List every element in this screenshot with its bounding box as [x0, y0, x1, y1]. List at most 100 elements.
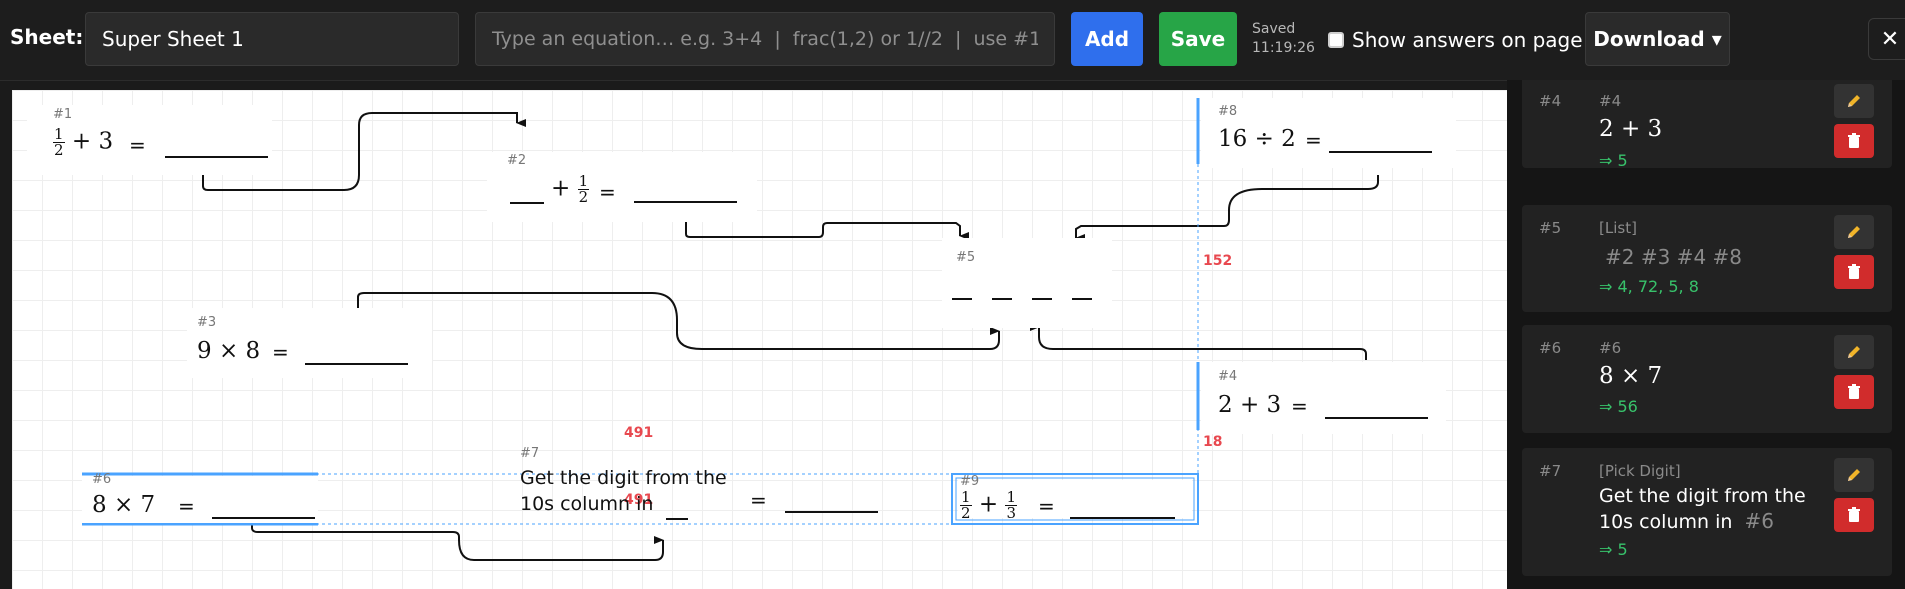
equation-card[interactable]: #6 8 × 7 = [82, 472, 318, 523]
card-id: #2 [507, 153, 527, 168]
trash-icon[interactable] [1834, 255, 1874, 289]
item-tag: #4 [1599, 92, 1622, 110]
card-expression: 9 × 8 [197, 338, 261, 364]
add-button[interactable]: Add [1071, 12, 1143, 66]
card-expression: 8 × 7 [92, 492, 156, 518]
pencil-icon[interactable] [1834, 335, 1874, 369]
connector-8-to-5 [1075, 175, 1379, 242]
card-id: #6 [92, 472, 112, 487]
card-id: #5 [956, 250, 976, 265]
item-reference: #6 [1744, 509, 1774, 533]
reference-blank [1032, 298, 1052, 300]
answer-blank[interactable] [165, 156, 268, 158]
top-toolbar: Sheet: Add Save Saved 11:19:26 Show answ… [0, 0, 1905, 81]
pencil-icon[interactable] [1834, 84, 1874, 118]
connector-6-to-7 [251, 522, 664, 561]
item-answer: ⇒ 5 [1599, 151, 1628, 170]
card-expression: + 12 [551, 172, 590, 206]
list-card[interactable]: #5 [942, 238, 1112, 328]
connector-3-to-5 [357, 292, 1000, 350]
guide-distance-label: 152 [1203, 253, 1233, 269]
card-id: #4 [1218, 369, 1238, 384]
fraction: 13 [1005, 488, 1017, 522]
save-button[interactable]: Save [1159, 12, 1237, 66]
item-tag: [Pick Digit] [1599, 462, 1681, 480]
list-item[interactable]: #4 #4 2 + 3 ⇒ 5 [1522, 80, 1892, 170]
card-expression: 2 + 3 [1218, 392, 1282, 418]
equation-list-panel[interactable]: #4 #4 2 + 3 ⇒ 5 #5 [List] #2 #3 #4 #8 ⇒ … [1507, 80, 1905, 589]
item-answer: ⇒ 56 [1599, 397, 1638, 416]
answer-blank[interactable] [1325, 417, 1428, 419]
expression-rest: + 3 [71, 128, 114, 155]
reference-blank [992, 298, 1012, 300]
equation-card-selected[interactable]: #9 12 + 13 = [958, 474, 1192, 522]
save-status: Saved 11:19:26 [1252, 20, 1315, 58]
fraction: 12 [53, 125, 65, 159]
show-answers-toggle[interactable]: Show answers on page [1328, 28, 1583, 52]
answer-blank[interactable] [634, 201, 737, 203]
card-question-line: Get the digit from the [520, 467, 727, 489]
connector-4-to-5 [1030, 323, 1367, 360]
pick-digit-card[interactable]: #7 Get the digit from the 10s column in … [517, 446, 897, 522]
card-expression: 12 + 3 [53, 127, 113, 158]
fraction: 12 [577, 172, 590, 206]
card-id: #1 [53, 107, 73, 122]
trash-icon[interactable] [1834, 375, 1874, 409]
list-item[interactable]: #6 #6 8 × 7 ⇒ 56 [1522, 325, 1892, 433]
trash-icon[interactable] [1834, 124, 1874, 158]
card-id: #9 [960, 474, 980, 489]
equals-sign: = [1305, 128, 1322, 152]
equals-sign: = [178, 494, 195, 518]
item-id: #5 [1539, 219, 1562, 237]
card-expression: 12 + 13 [960, 488, 1017, 522]
list-item[interactable]: #5 [List] #2 #3 #4 #8 ⇒ 4, 72, 5, 8 [1522, 205, 1892, 312]
item-tag: [List] [1599, 219, 1637, 237]
card-expression: 16 ÷ 2 [1218, 126, 1296, 152]
trash-icon[interactable] [1834, 498, 1874, 532]
worksheet-canvas[interactable]: 152 18 491 491 #1 12 + 3 = #2 + 12 = #3 … [12, 90, 1507, 589]
reference-blank [952, 298, 972, 300]
item-id: #6 [1539, 339, 1562, 357]
item-tag: #6 [1599, 339, 1622, 357]
item-expression: 8 × 7 [1599, 363, 1663, 389]
equation-card[interactable]: #4 2 + 3 = [1201, 362, 1446, 434]
save-status-time: 11:19:26 [1252, 40, 1315, 56]
equation-card[interactable]: #2 + 12 = [487, 152, 757, 222]
answer-blank[interactable] [1070, 517, 1175, 519]
item-expression: 2 + 3 [1599, 116, 1663, 142]
show-answers-checkbox[interactable] [1328, 32, 1344, 48]
answer-blank[interactable] [1329, 151, 1432, 153]
item-id: #7 [1539, 462, 1562, 480]
equals-sign: = [1291, 394, 1308, 418]
equals-sign: = [129, 133, 146, 157]
item-answer: ⇒ 4, 72, 5, 8 [1599, 277, 1699, 296]
show-answers-label: Show answers on page [1352, 28, 1583, 52]
equals-sign: = [599, 180, 616, 204]
pencil-icon[interactable] [1834, 215, 1874, 249]
sheet-label: Sheet: [10, 25, 84, 49]
equals-sign: = [272, 340, 289, 364]
pencil-icon[interactable] [1834, 458, 1874, 492]
equation-card[interactable]: #8 16 ÷ 2 = [1201, 98, 1456, 168]
equation-card[interactable]: #1 12 + 3 = [27, 105, 272, 175]
guide-distance-label: 491 [624, 425, 654, 441]
reference-blank [666, 518, 688, 520]
list-item[interactable]: #7 [Pick Digit] Get the digit from the 1… [1522, 448, 1892, 576]
download-button[interactable]: Download ▾ [1585, 12, 1730, 66]
sheet-name-input[interactable] [85, 12, 459, 66]
item-answer: ⇒ 5 [1599, 540, 1628, 559]
answer-blank[interactable] [212, 517, 315, 519]
connector-2-to-5 [685, 221, 969, 240]
close-icon[interactable]: ✕ [1868, 18, 1905, 60]
item-question-line: Get the digit from the [1599, 485, 1806, 507]
answer-blank[interactable] [785, 511, 878, 513]
item-id: #4 [1539, 92, 1562, 110]
equals-sign: = [750, 488, 767, 512]
equation-input[interactable] [475, 12, 1055, 66]
item-question: Get the digit from the 10s column in #6 [1599, 484, 1819, 535]
fraction: 12 [960, 488, 972, 522]
card-id: #7 [520, 446, 540, 461]
answer-blank[interactable] [305, 363, 408, 365]
reference-blank [1072, 298, 1092, 300]
equation-card[interactable]: #3 9 × 8 = [187, 308, 432, 378]
